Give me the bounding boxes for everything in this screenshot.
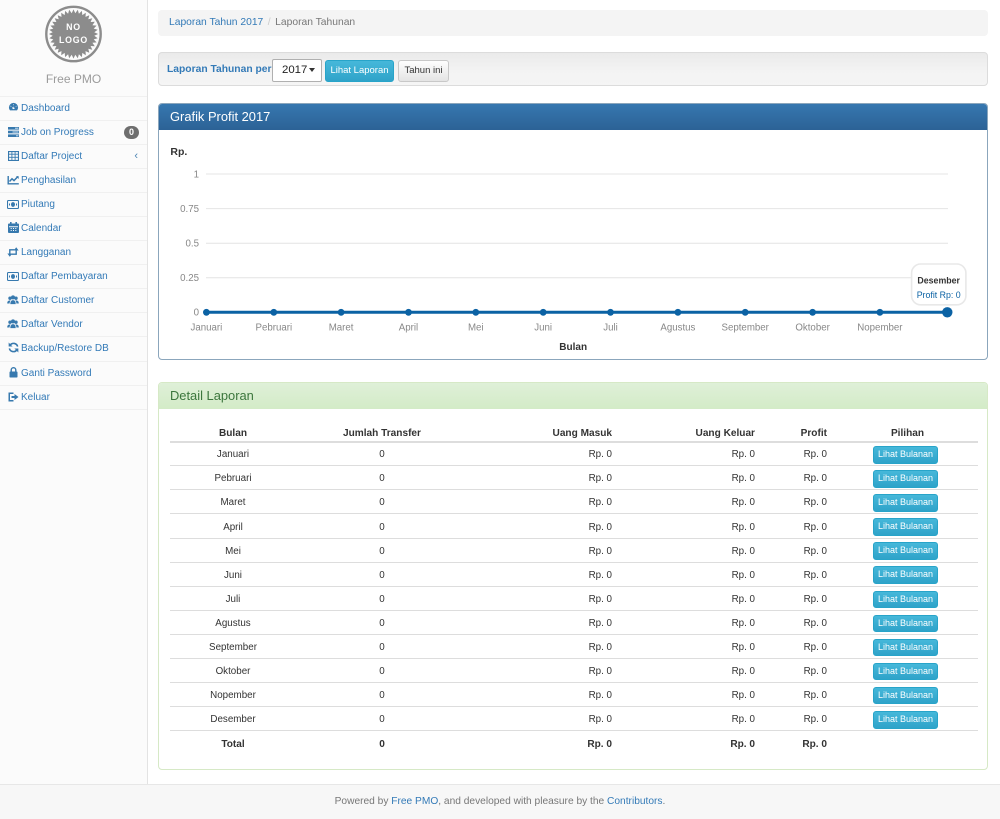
svg-text:Oktober: Oktober: [795, 323, 830, 334]
svg-text:Juni: Juni: [534, 323, 552, 334]
svg-text:Rp.: Rp.: [170, 146, 187, 158]
svg-text:Agustus: Agustus: [660, 323, 695, 334]
svg-text:LOGO: LOGO: [59, 35, 88, 45]
svg-text:Profit Rp: 0: Profit Rp: 0: [917, 290, 961, 300]
svg-text:Nopember: Nopember: [857, 323, 903, 334]
svg-text:Maret: Maret: [329, 323, 354, 334]
svg-text:September: September: [722, 323, 770, 334]
svg-text:Desember: Desember: [917, 276, 960, 286]
svg-text:Bulan: Bulan: [559, 342, 587, 353]
svg-text:Mei: Mei: [468, 323, 484, 334]
svg-text:0: 0: [194, 308, 200, 319]
svg-text:April: April: [399, 323, 418, 334]
svg-text:1: 1: [194, 169, 199, 180]
svg-text:0.25: 0.25: [180, 273, 199, 284]
svg-text:Januari: Januari: [191, 323, 223, 334]
svg-text:Juli: Juli: [603, 323, 618, 334]
svg-text:0.75: 0.75: [180, 204, 199, 215]
svg-text:NO: NO: [66, 22, 81, 32]
svg-text:Pebruari: Pebruari: [255, 323, 292, 334]
svg-text:0.5: 0.5: [186, 239, 199, 250]
